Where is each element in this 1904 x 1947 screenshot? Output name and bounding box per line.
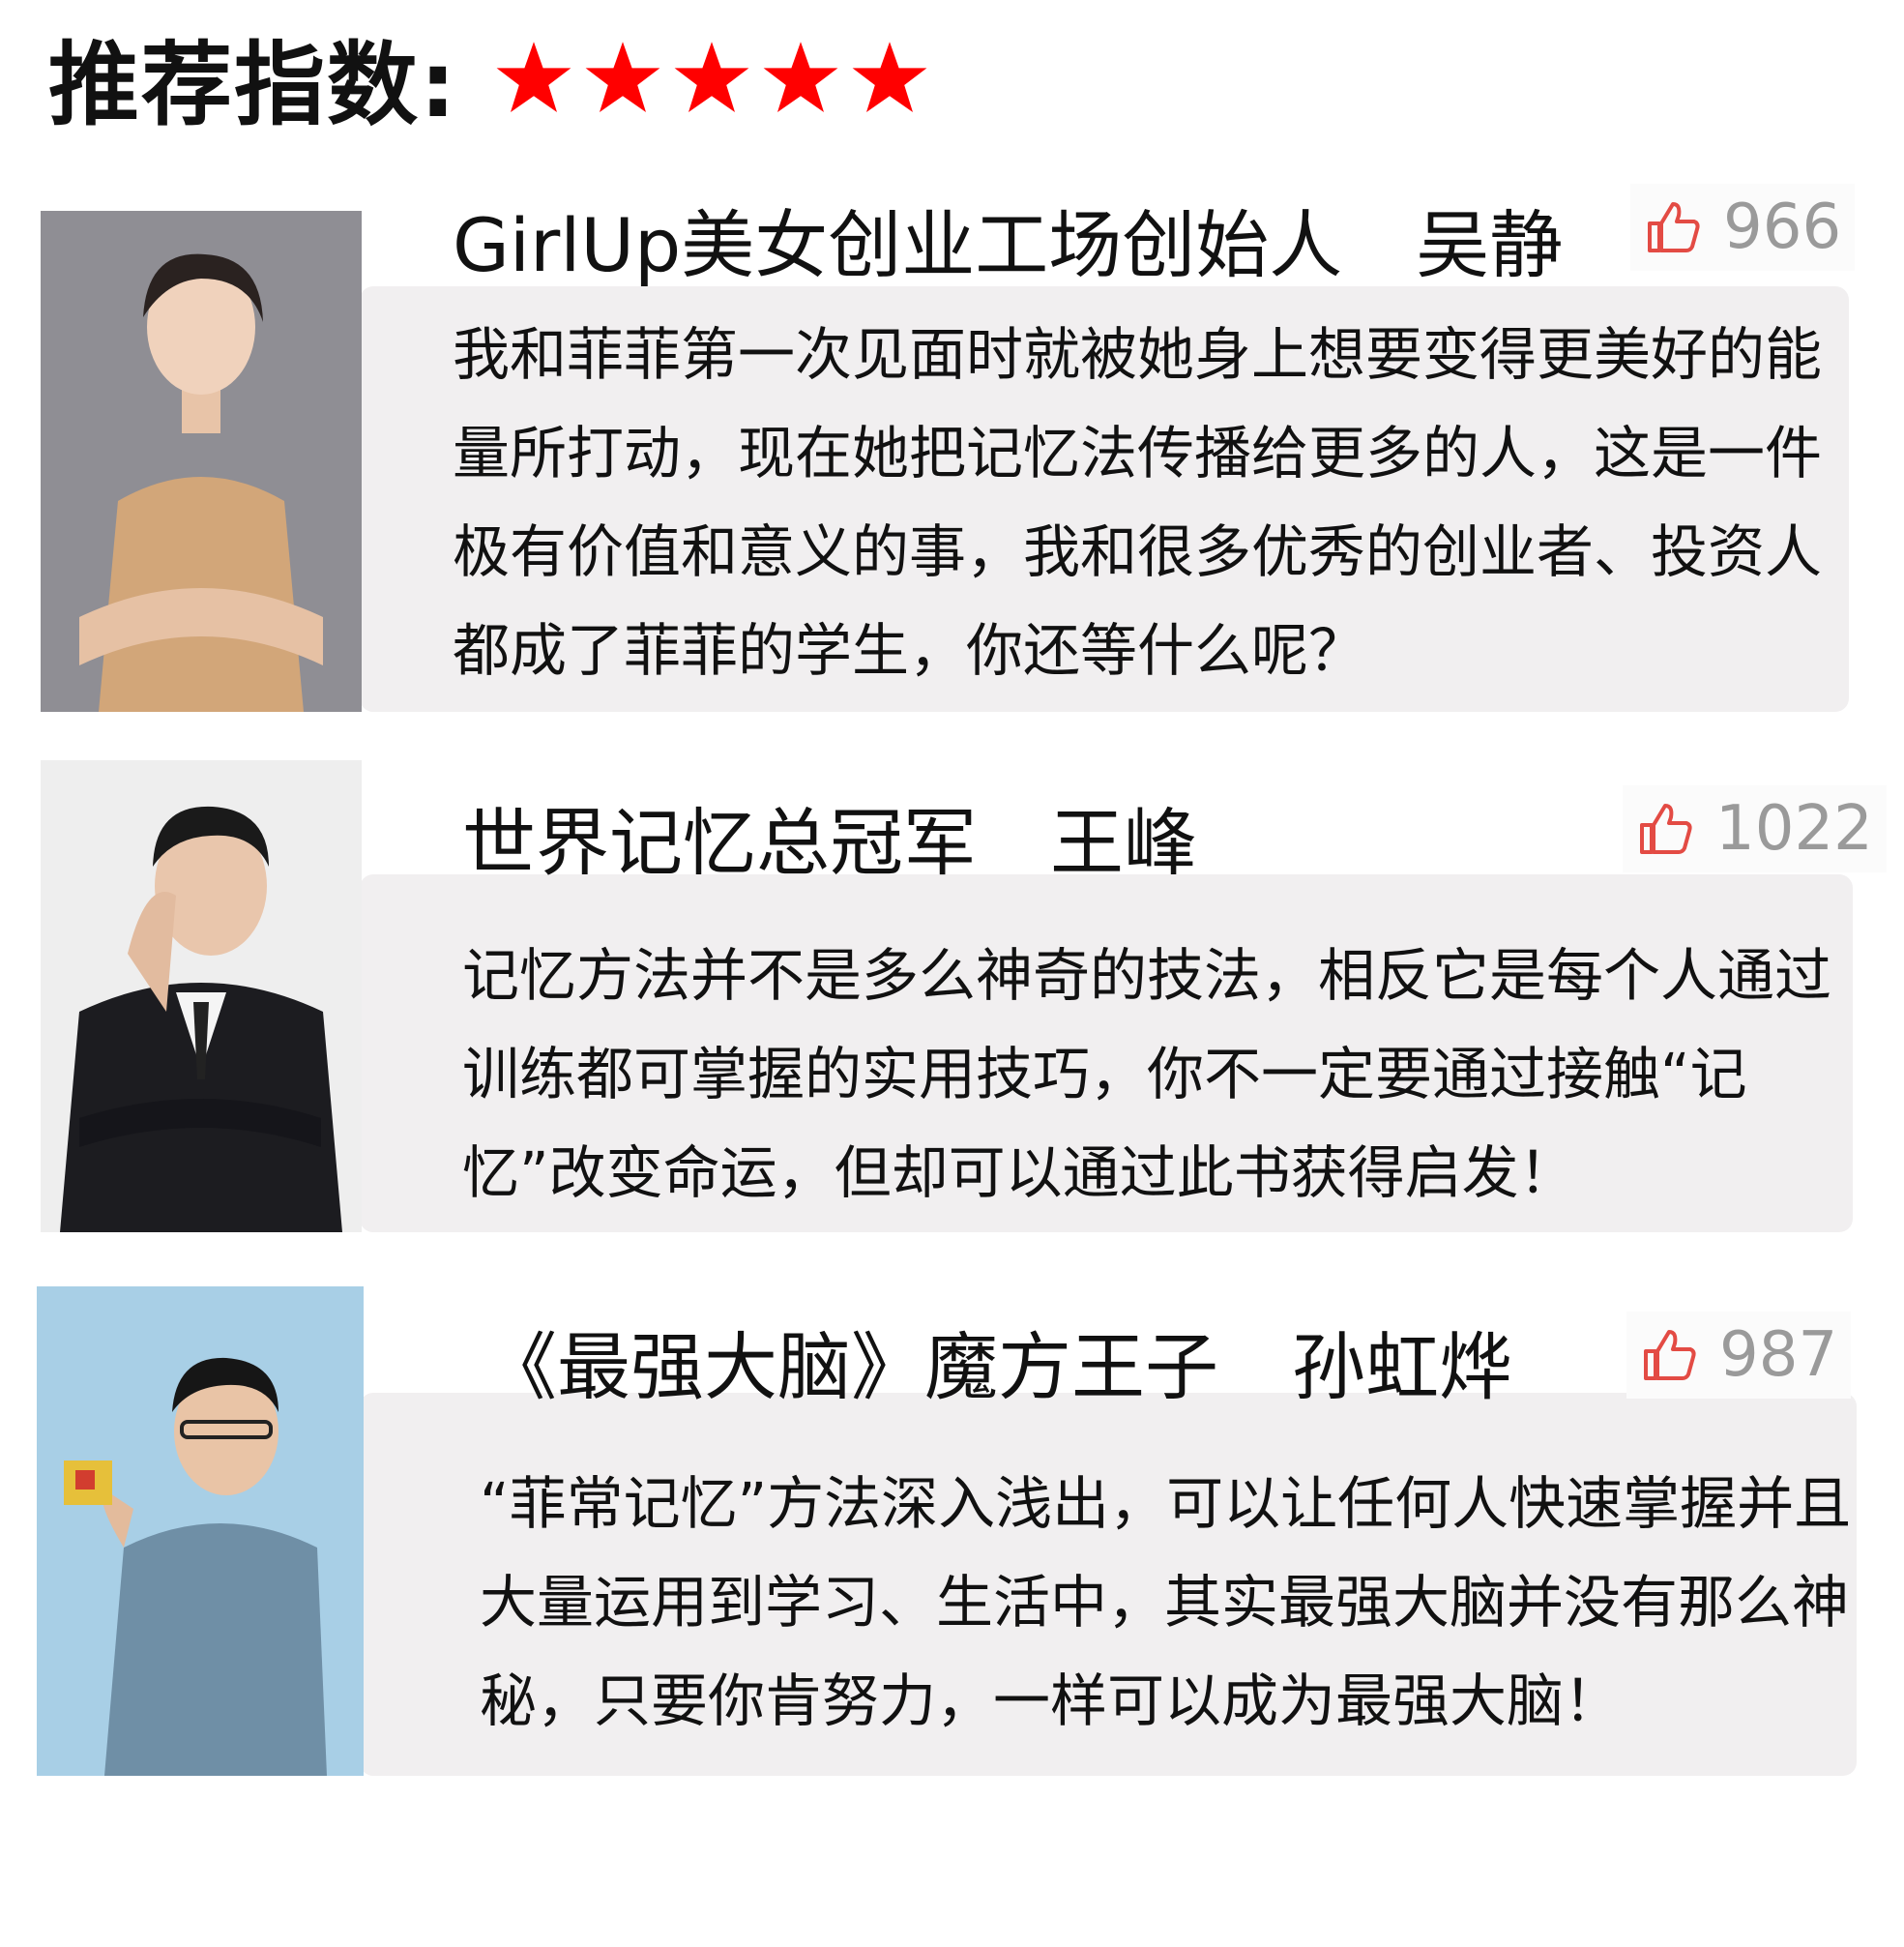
like-count: 987 — [1719, 1319, 1838, 1391]
like-counter[interactable]: 1022 — [1623, 785, 1887, 872]
portrait-photo — [41, 211, 362, 712]
rating-label: 推荐指数: — [48, 33, 458, 138]
thumbs-up-icon[interactable] — [1636, 800, 1694, 858]
thumbs-up-icon[interactable] — [1644, 198, 1702, 256]
recommendation-quote: 我和菲菲第一次见面时就被她身上想要变得更美好的能量所打动，现在她把记忆法传播给更… — [453, 321, 1823, 684]
star-icon — [495, 39, 572, 116]
recommender-title: 《最强大脑》魔方王子 孙虹烨 — [483, 1324, 1512, 1410]
recommendation-quote: “菲常记忆”方法深入浅出，可以让任何人快速掌握并且大量运用到学习、生活中，其实最… — [480, 1470, 1852, 1734]
recommender-title: GirlUp美女创业工场创始人 吴静 — [453, 202, 1564, 288]
like-count: 1022 — [1715, 793, 1873, 865]
star-icon — [851, 39, 928, 116]
recommender-title: 世界记忆总冠军 王峰 — [462, 800, 1197, 886]
portrait-photo — [37, 1286, 364, 1776]
rating-header: 推荐指数: — [48, 10, 928, 145]
like-counter[interactable]: 966 — [1630, 184, 1856, 271]
recommendation-quote: 记忆方法并不是多么神奇的技法，相反它是每个人通过训练都可掌握的实用技巧，你不一定… — [462, 942, 1832, 1206]
like-count: 966 — [1723, 192, 1842, 263]
thumbs-up-icon[interactable] — [1640, 1326, 1698, 1384]
like-counter[interactable]: 987 — [1626, 1312, 1852, 1399]
rating-stars — [495, 39, 928, 116]
star-icon — [673, 39, 750, 116]
star-icon — [584, 39, 661, 116]
portrait-photo — [41, 760, 362, 1232]
star-icon — [762, 39, 839, 116]
